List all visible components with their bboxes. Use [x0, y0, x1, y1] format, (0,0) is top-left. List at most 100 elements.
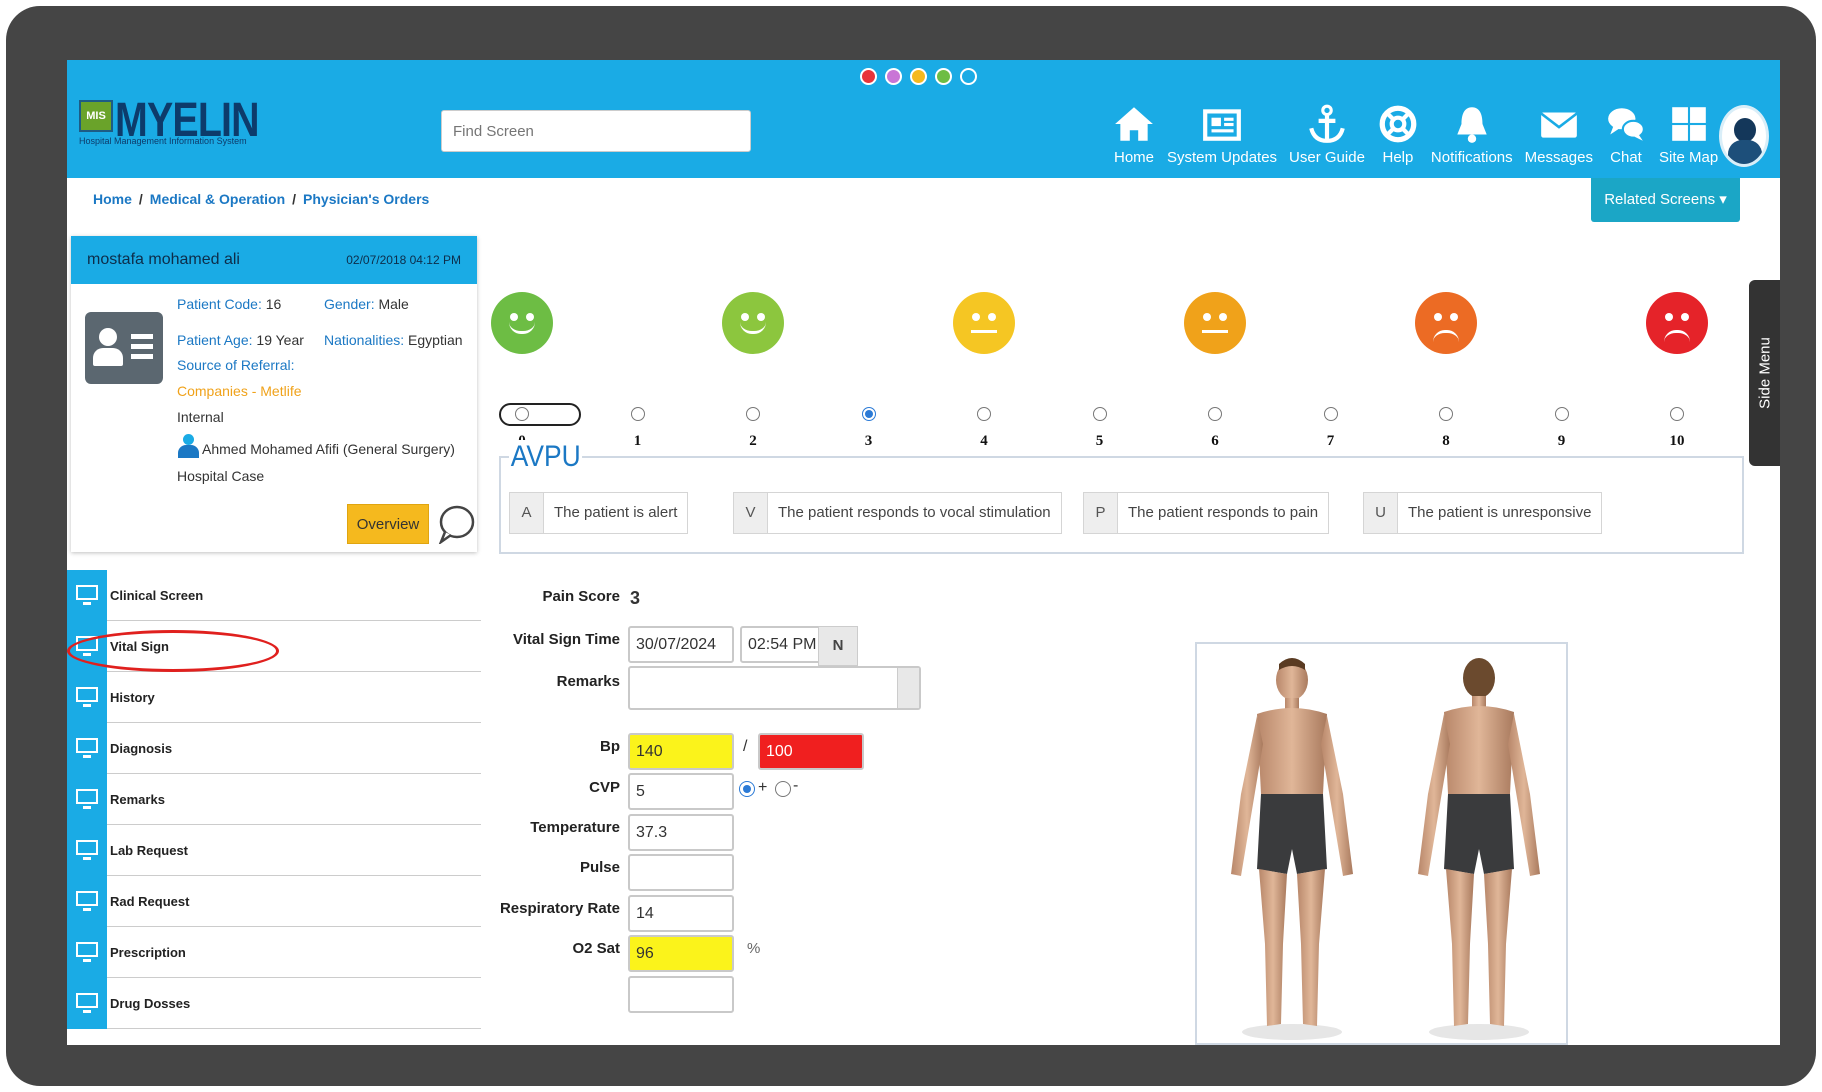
menu-item-lab-request[interactable]: Lab Request	[67, 824, 481, 876]
cvp-input[interactable]	[628, 773, 734, 810]
monitor-icon	[67, 977, 107, 1029]
breadcrumb-home[interactable]: Home	[93, 191, 132, 207]
bp-label: Bp	[600, 738, 620, 755]
vital-sign-highlight-annotation	[67, 630, 279, 672]
vital-sign-panel: 012345678910 AVPU AThe patient is alert …	[485, 226, 1768, 1045]
pain-score-radio-3[interactable]	[861, 407, 876, 421]
avpu-option-v[interactable]: V The patient responds to vocal stimulati…	[733, 492, 1062, 534]
theme-dot-red[interactable]	[860, 68, 877, 85]
cvp-minus-label: -	[793, 777, 799, 794]
respiratory-rate-input[interactable]	[628, 895, 734, 932]
pulse-input[interactable]	[628, 854, 734, 891]
pain-score-radio-2[interactable]	[746, 407, 760, 421]
patient-name: mostafa mohamed ali	[87, 251, 240, 268]
nav-user-guide[interactable]: User Guide	[1283, 103, 1371, 166]
pain-face-sad-icon[interactable]	[1415, 292, 1477, 354]
menu-item-drug-dosses[interactable]: Drug Dosses	[67, 977, 481, 1029]
human-body-front-back-icon	[1231, 658, 1540, 1040]
pain-score-radio-10[interactable]	[1670, 407, 1684, 421]
chat-icon	[1608, 108, 1645, 141]
avpu-option-p[interactable]: P The patient responds to pain	[1083, 492, 1330, 534]
vital-sign-time-input[interactable]	[740, 626, 830, 663]
bp-diastolic-input[interactable]	[758, 733, 864, 770]
pain-score-radio-9[interactable]	[1554, 407, 1569, 421]
theme-dot-yellow[interactable]	[910, 68, 927, 85]
pain-score-number: 9	[1557, 433, 1566, 449]
pain-score-radio-5[interactable]	[1092, 407, 1107, 421]
pain-score-radio-1[interactable]	[630, 407, 645, 421]
nav-site-map[interactable]: Site Map	[1653, 103, 1724, 166]
menu-item-prescription[interactable]: Prescription	[67, 926, 481, 978]
remarks-textarea[interactable]	[628, 666, 921, 710]
o2-sat-input[interactable]	[628, 935, 734, 972]
resize-handle-icon[interactable]	[897, 668, 919, 708]
body-diagram[interactable]	[1195, 642, 1568, 1045]
patient-code-label: Patient Code:	[177, 296, 262, 312]
menu-item-history[interactable]: History	[67, 671, 481, 723]
avpu-option-u[interactable]: U The patient is unresponsive	[1363, 492, 1603, 534]
monitor-icon	[67, 722, 107, 774]
remarks-label: Remarks	[556, 673, 620, 690]
side-menu-tab[interactable]: Side Menu	[1749, 280, 1780, 466]
pain-face-crying-icon[interactable]	[1646, 292, 1708, 354]
pain-score-radio-4[interactable]	[977, 407, 991, 421]
user-avatar[interactable]	[1719, 105, 1769, 167]
nav-chat[interactable]: Chat	[1599, 103, 1653, 166]
newspaper-icon	[1203, 109, 1241, 141]
nav-system-updates[interactable]: System Updates	[1161, 103, 1283, 166]
overview-button[interactable]: Overview	[347, 504, 429, 544]
breadcrumb-section[interactable]: Medical & Operation	[150, 191, 285, 207]
bp-systolic-input[interactable]	[628, 733, 734, 770]
pain-face-neutral-icon[interactable]	[1184, 292, 1246, 354]
menu-item-rad-request[interactable]: Rad Request	[67, 875, 481, 927]
lifebuoy-icon	[1379, 105, 1417, 143]
nav-messages[interactable]: Messages	[1519, 103, 1599, 166]
vital-sign-date-input[interactable]	[628, 626, 734, 663]
patient-visit-date: 02/07/2018 04:12 PM	[346, 253, 461, 267]
next-vital-input[interactable]	[628, 976, 734, 1013]
patient-id-card-icon	[85, 312, 163, 384]
cvp-minus-radio[interactable]	[775, 781, 791, 797]
menu-item-remarks[interactable]: Remarks	[67, 773, 481, 825]
theme-dot-purple[interactable]	[885, 68, 902, 85]
menu-item-label: Rad Request	[110, 893, 190, 909]
pain-score-radio-7[interactable]	[1323, 407, 1338, 421]
temperature-input[interactable]	[628, 814, 734, 851]
nav-notifications-label: Notifications	[1430, 149, 1513, 166]
cvp-plus-radio[interactable]	[739, 781, 755, 797]
breadcrumb-page[interactable]: Physician's Orders	[303, 191, 429, 207]
doctor-name: Ahmed Mohamed Afifi (General Surgery)	[202, 441, 455, 457]
pain-face-happy-icon[interactable]	[722, 292, 784, 354]
avpu-text: The patient responds to vocal stimulatio…	[778, 504, 1051, 521]
theme-dot-blue[interactable]	[960, 68, 977, 85]
monitor-icon	[67, 569, 107, 621]
pain-score-radio-8[interactable]	[1439, 407, 1453, 421]
theme-dot-green[interactable]	[935, 68, 952, 85]
nav-home[interactable]: Home	[1107, 103, 1161, 166]
avpu-option-a[interactable]: A The patient is alert	[509, 492, 689, 534]
logo-mark-icon: MIS	[79, 100, 113, 132]
nav-notifications[interactable]: Notifications	[1425, 103, 1519, 166]
pain-score-number: 3	[864, 433, 873, 449]
related-screens-button[interactable]: Related Screens ▾	[1591, 178, 1740, 222]
pain-score-number: 6	[1211, 433, 1219, 449]
nav-help[interactable]: Help	[1371, 103, 1425, 166]
pain-score-radio-0[interactable]	[515, 407, 529, 421]
comment-icon[interactable]	[436, 504, 476, 544]
menu-item-diagnosis[interactable]: Diagnosis	[67, 722, 481, 774]
patient-code-field: Patient Code: 16	[177, 296, 281, 312]
menu-item-label: Prescription	[110, 944, 186, 960]
o2-sat-label: O2 Sat	[572, 940, 620, 957]
pain-score-radio-6[interactable]	[1208, 407, 1222, 421]
monitor-icon	[67, 671, 107, 723]
pain-face-neutral-icon[interactable]	[953, 292, 1015, 354]
menu-item-label: Remarks	[110, 791, 165, 807]
menu-item-clinical-screen[interactable]: Clinical Screen	[67, 569, 481, 621]
find-screen-input[interactable]	[441, 110, 751, 152]
referral-value: Companies - Metlife	[177, 383, 302, 399]
cvp-plus-label: +	[758, 779, 768, 796]
pain-face-happy-icon[interactable]	[491, 292, 553, 354]
respiratory-rate-label: Respiratory Rate	[499, 900, 620, 917]
menu-item-label: Diagnosis	[110, 740, 173, 756]
now-button[interactable]: N	[818, 626, 858, 666]
